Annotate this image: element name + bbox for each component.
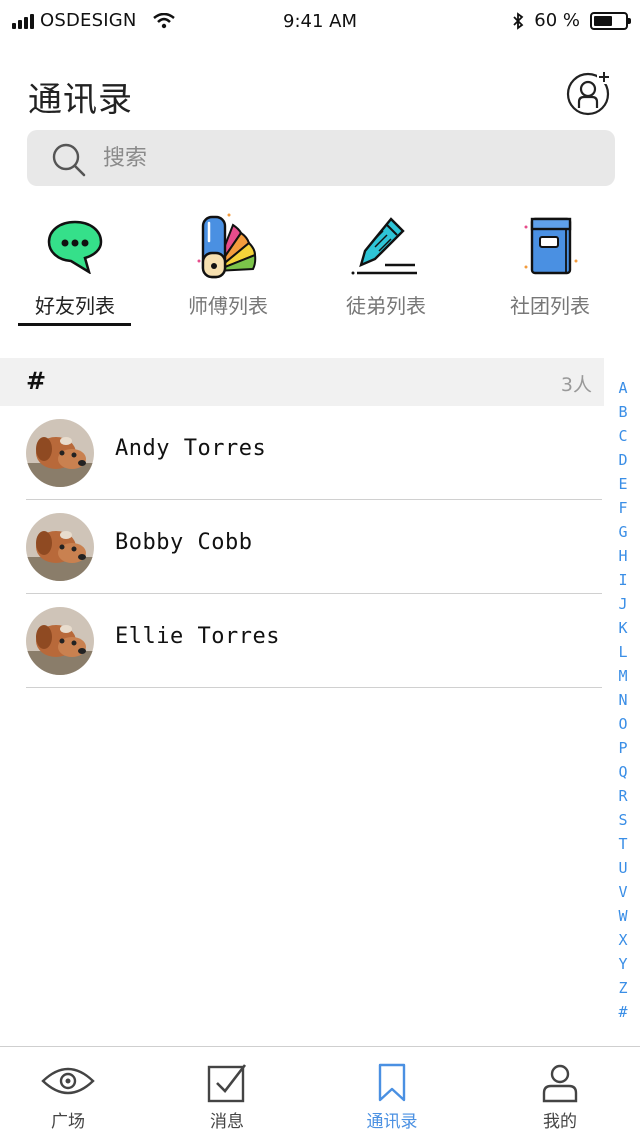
list-item[interactable]: Andy Torres bbox=[0, 406, 604, 500]
index-letter[interactable]: O bbox=[610, 712, 636, 736]
bluetooth-icon bbox=[513, 11, 524, 30]
index-letter[interactable]: L bbox=[610, 640, 636, 664]
avatar-image bbox=[26, 419, 94, 487]
index-letter[interactable]: A bbox=[610, 376, 636, 400]
index-letter[interactable]: D bbox=[610, 448, 636, 472]
add-friend-button[interactable] bbox=[566, 70, 612, 116]
contact-name: Bobby Cobb bbox=[115, 530, 253, 555]
active-tab-indicator bbox=[18, 323, 131, 326]
index-letter[interactable]: Y bbox=[610, 952, 636, 976]
search-input[interactable] bbox=[103, 130, 583, 186]
nav-label: 我的 bbox=[543, 1112, 577, 1132]
tab-label: 好友列表 bbox=[35, 294, 115, 318]
index-letter[interactable]: X bbox=[610, 928, 636, 952]
divider bbox=[26, 687, 602, 688]
nav-label: 广场 bbox=[51, 1112, 85, 1132]
contact-name: Ellie Torres bbox=[115, 624, 280, 649]
contact-name: Andy Torres bbox=[115, 436, 267, 461]
section-count: 3人 bbox=[560, 374, 592, 396]
bookmark-icon bbox=[378, 1063, 406, 1102]
checkbox-icon bbox=[207, 1064, 247, 1103]
avatar bbox=[26, 419, 94, 487]
index-letter[interactable]: T bbox=[610, 832, 636, 856]
tab-clubs[interactable]: 社团列表 bbox=[475, 210, 625, 330]
index-letter[interactable]: E bbox=[610, 472, 636, 496]
color-swatch-icon bbox=[197, 213, 257, 279]
nav-contacts[interactable]: 通讯录 bbox=[312, 1047, 472, 1136]
nav-label: 消息 bbox=[210, 1112, 244, 1132]
list-item[interactable]: Ellie Torres bbox=[0, 594, 604, 688]
index-letter[interactable]: K bbox=[610, 616, 636, 640]
book-icon bbox=[524, 217, 578, 275]
tab-label: 社团列表 bbox=[510, 294, 590, 318]
chat-bubble-icon bbox=[47, 220, 103, 274]
index-letter[interactable]: P bbox=[610, 736, 636, 760]
index-letter[interactable]: G bbox=[610, 520, 636, 544]
index-letter[interactable]: V bbox=[610, 880, 636, 904]
tab-friends[interactable]: 好友列表 bbox=[0, 210, 150, 330]
index-letter[interactable]: H bbox=[610, 544, 636, 568]
tab-label: 师傅列表 bbox=[188, 294, 268, 318]
nav-plaza[interactable]: 广场 bbox=[0, 1047, 148, 1136]
status-right: 60 % bbox=[512, 10, 631, 31]
index-letter[interactable]: R bbox=[610, 784, 636, 808]
nav-messages[interactable]: 消息 bbox=[147, 1047, 307, 1136]
eye-icon bbox=[41, 1067, 95, 1095]
index-letter[interactable]: I bbox=[610, 568, 636, 592]
index-letter[interactable]: B bbox=[610, 400, 636, 424]
tab-masters[interactable]: 师傅列表 bbox=[153, 210, 303, 330]
index-letter[interactable]: J bbox=[610, 592, 636, 616]
search-bar[interactable] bbox=[27, 130, 615, 186]
nav-me[interactable]: 我的 bbox=[480, 1047, 640, 1136]
avatar bbox=[26, 513, 94, 581]
index-letter[interactable]: N bbox=[610, 688, 636, 712]
index-letter[interactable]: S bbox=[610, 808, 636, 832]
page-title: 通讯录 bbox=[28, 80, 133, 120]
avatar-image bbox=[26, 513, 94, 581]
list-item[interactable]: Bobby Cobb bbox=[0, 500, 604, 594]
avatar bbox=[26, 607, 94, 675]
index-letter[interactable]: M bbox=[610, 664, 636, 688]
nav-label: 通讯录 bbox=[366, 1112, 418, 1132]
pencil-icon bbox=[351, 217, 417, 275]
alphabet-index[interactable]: A B C D E F G H I J K L M N O P Q R S T U V W X Y Z # bbox=[610, 376, 636, 1024]
tab-apprentices[interactable]: 徒弟列表 bbox=[311, 210, 461, 330]
user-icon bbox=[542, 1064, 578, 1103]
battery-icon bbox=[590, 11, 631, 30]
index-letter[interactable]: Q bbox=[610, 760, 636, 784]
battery-percent: 60 % bbox=[534, 10, 580, 31]
index-letter[interactable]: C bbox=[610, 424, 636, 448]
index-letter[interactable]: # bbox=[610, 1000, 636, 1024]
section-header: # 3人 bbox=[0, 358, 604, 406]
bottom-nav: 广场 消息 通讯录 我的 bbox=[0, 1046, 640, 1136]
battery-fill bbox=[594, 15, 612, 26]
avatar-image bbox=[26, 607, 94, 675]
status-bar: OSDESIGN 9:41 AM 60 % bbox=[0, 0, 640, 44]
index-letter[interactable]: F bbox=[610, 496, 636, 520]
add-friend-icon bbox=[566, 70, 611, 116]
index-letter[interactable]: Z bbox=[610, 976, 636, 1000]
section-letter: # bbox=[26, 367, 47, 395]
index-letter[interactable]: U bbox=[610, 856, 636, 880]
search-icon bbox=[52, 143, 86, 177]
index-letter[interactable]: W bbox=[610, 904, 636, 928]
tab-label: 徒弟列表 bbox=[346, 294, 426, 318]
